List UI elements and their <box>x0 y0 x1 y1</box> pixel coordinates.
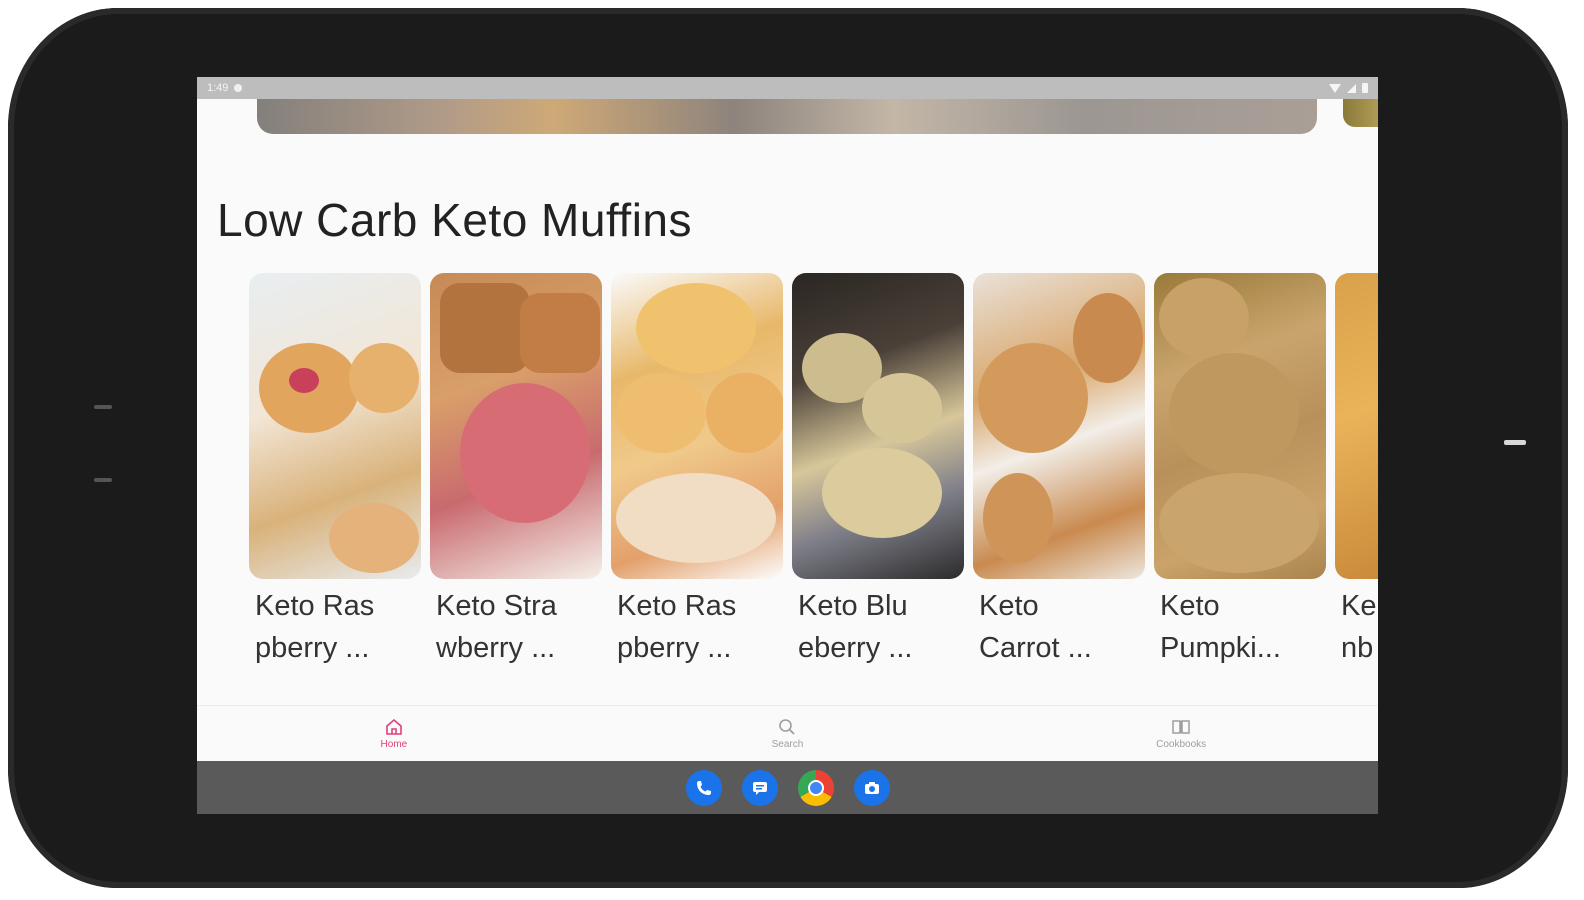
nav-label-cookbooks: Cookbooks <box>1156 739 1207 750</box>
recipe-image[interactable] <box>1154 273 1326 579</box>
recipe-name: Keto Blu <box>798 590 908 622</box>
recipe-image[interactable] <box>611 273 783 579</box>
recipe-card[interactable]: Keto Carrot ... <box>973 273 1145 669</box>
wifi-icon <box>1329 83 1341 93</box>
device-button <box>94 478 112 482</box>
recipe-image[interactable] <box>1335 273 1378 579</box>
notification-icon <box>234 84 243 92</box>
nav-item-home[interactable]: Home <box>294 717 494 750</box>
home-icon <box>384 717 404 737</box>
phone-icon[interactable] <box>685 769 722 806</box>
search-icon <box>777 717 797 737</box>
battery-icon <box>1362 83 1368 93</box>
chrome-icon[interactable] <box>797 769 834 806</box>
nav-label-search: Search <box>771 739 804 750</box>
recipe-card[interactable]: Keto Pumpki... <box>1154 273 1326 669</box>
recipe-card[interactable]: Keto Blu eberry ... <box>792 273 964 669</box>
recipe-name: wberry ... <box>436 632 556 664</box>
recipe-card[interactable]: Keto Ras pberry ... <box>611 273 783 669</box>
camera-icon[interactable] <box>853 769 890 806</box>
device-button <box>94 405 112 409</box>
recipe-name: pberry ... <box>617 632 732 664</box>
recipe-name: Ke <box>1341 590 1377 622</box>
device-button <box>1504 440 1526 445</box>
messages-icon[interactable] <box>741 769 778 806</box>
recipe-name: Carrot ... <box>979 632 1092 664</box>
recipe-name: Keto Stra <box>436 590 557 622</box>
recipe-name: pberry ... <box>255 632 370 664</box>
recipe-image[interactable] <box>249 273 421 579</box>
nav-item-search[interactable]: Search <box>687 717 887 750</box>
recipe-name: Keto <box>979 590 1039 622</box>
recipe-name: Keto Ras <box>255 590 375 622</box>
recipe-image[interactable] <box>973 273 1145 579</box>
app-screen: 1:49 Low Carb Keto Muffins Keto Ras pber… <box>197 77 1378 814</box>
system-taskbar <box>197 761 1378 814</box>
section-title: Low Carb Keto Muffins <box>217 194 692 246</box>
bottom-navigation: Home Search Cookbooks <box>197 705 1378 761</box>
status-bar: 1:49 <box>197 77 1378 99</box>
recipe-name: eberry ... <box>798 632 913 664</box>
featured-banner-image[interactable] <box>257 99 1317 134</box>
recipe-card[interactable]: Keto Ras pberry ... <box>249 273 421 669</box>
recipe-name: Keto Ras <box>617 590 737 622</box>
recipe-carousel[interactable]: Keto Ras pberry ... Keto Stra wberry ...… <box>249 273 1378 673</box>
recipe-card[interactable]: Keto Stra wberry ... <box>430 273 602 669</box>
nav-label-home: Home <box>380 739 408 750</box>
nav-item-cookbooks[interactable]: Cookbooks <box>1081 717 1281 750</box>
book-icon <box>1171 717 1191 737</box>
signal-icon <box>1347 83 1356 93</box>
recipe-name: nb <box>1341 632 1374 664</box>
status-time: 1:49 <box>207 82 229 94</box>
recipe-name: Pumpki... <box>1160 632 1281 664</box>
recipe-image[interactable] <box>792 273 964 579</box>
recipe-card[interactable]: Ke nb <box>1335 273 1378 669</box>
recipe-name: Keto <box>1160 590 1220 622</box>
featured-banner-next-image[interactable] <box>1343 99 1378 127</box>
recipe-image[interactable] <box>430 273 602 579</box>
